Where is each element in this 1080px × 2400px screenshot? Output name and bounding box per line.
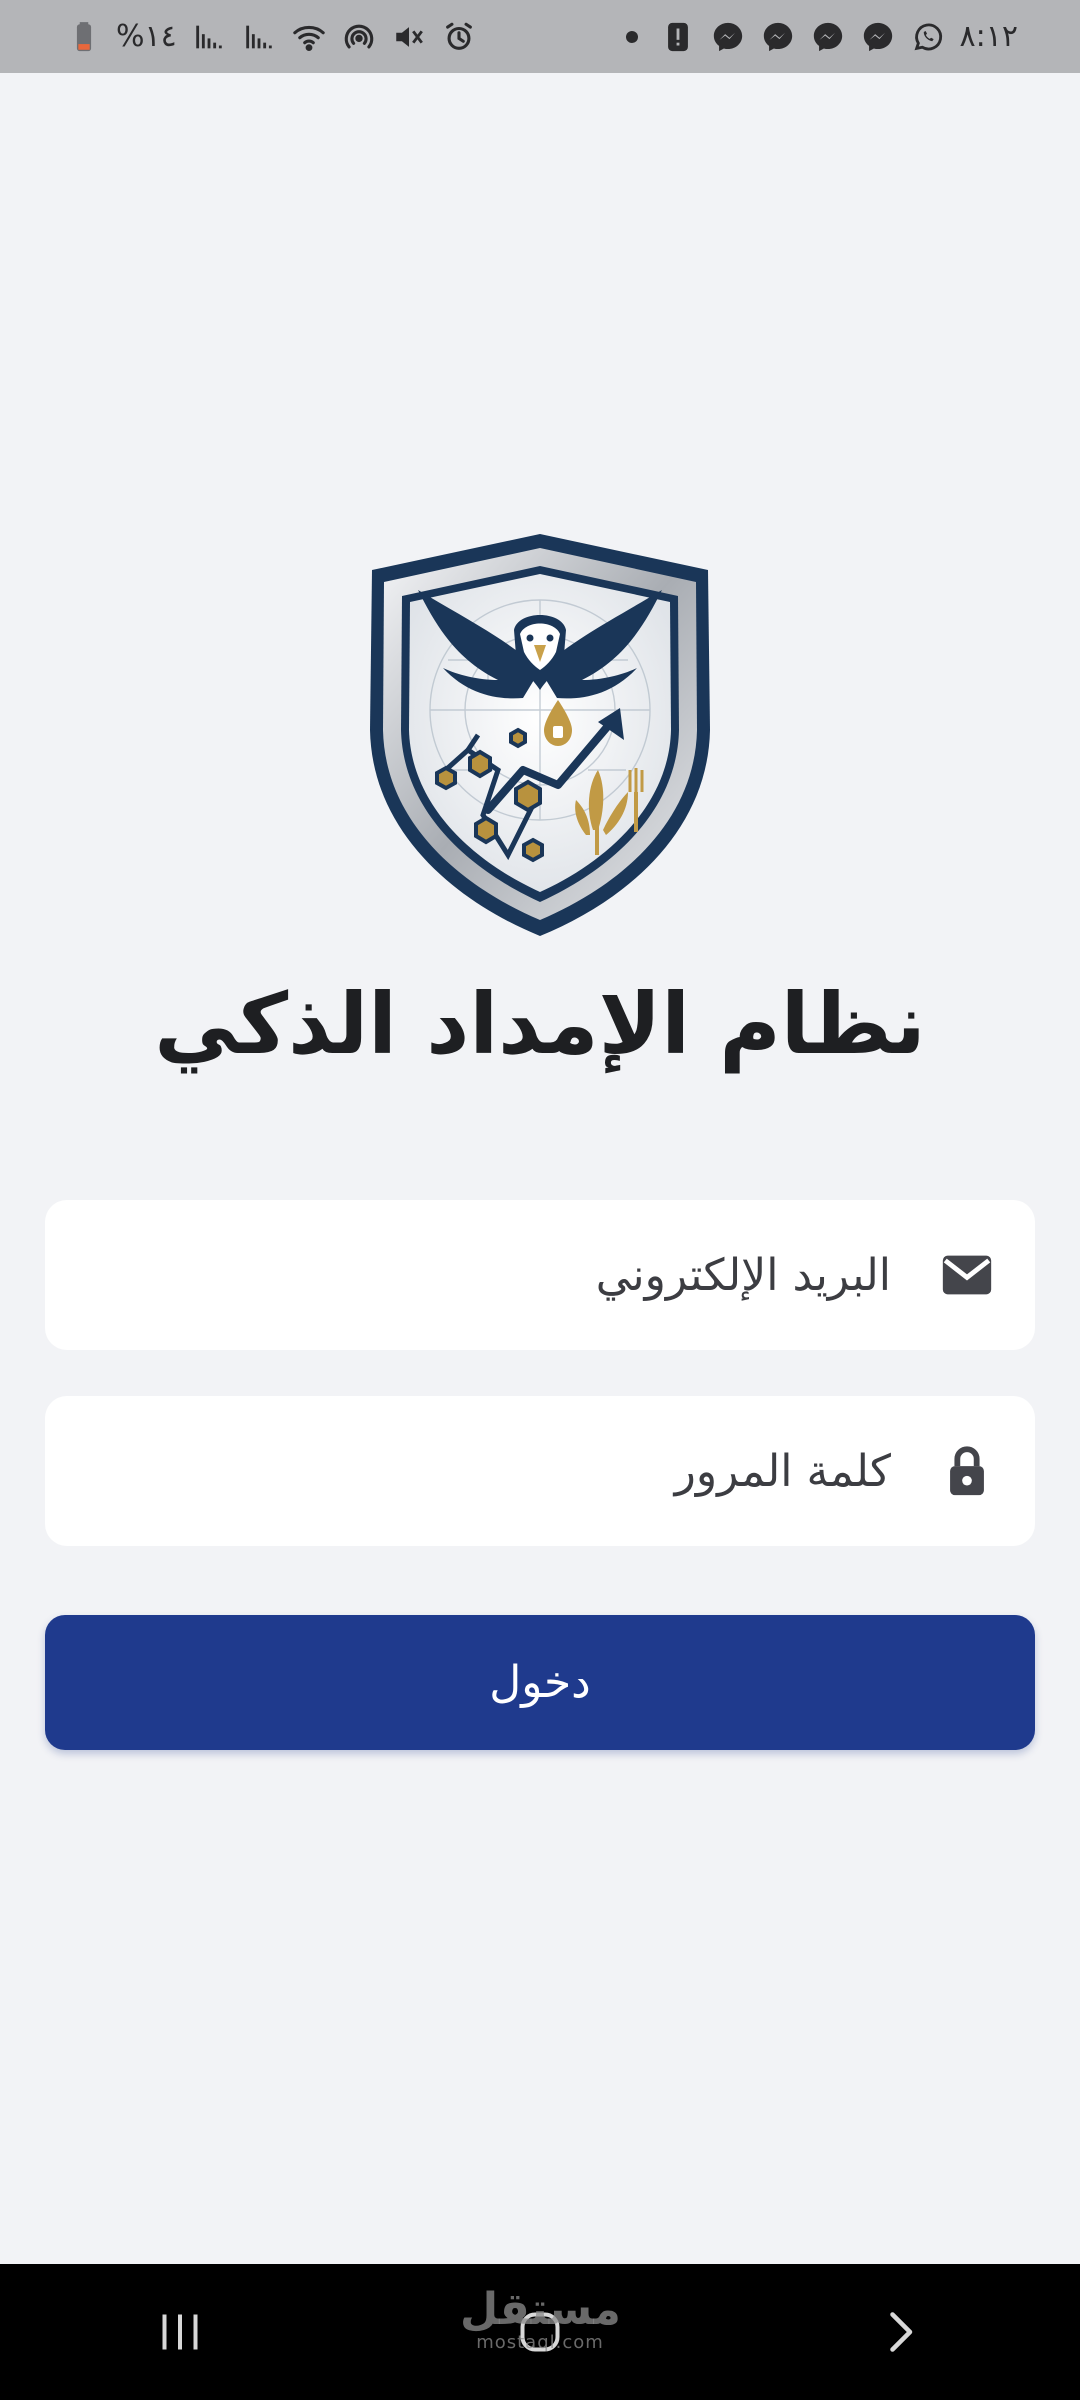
- home-button[interactable]: [480, 2282, 600, 2382]
- recent-apps-button[interactable]: [120, 2282, 240, 2382]
- messenger-icon: [760, 19, 796, 55]
- battery-icon: [66, 19, 102, 55]
- back-button[interactable]: [840, 2282, 960, 2382]
- messenger-icon: [810, 19, 846, 55]
- system-nav-bar: [0, 2264, 1080, 2400]
- status-bar-left: %١٤: [66, 19, 477, 55]
- hotspot-icon: [341, 19, 377, 55]
- email-field[interactable]: [45, 1200, 1035, 1350]
- clock: ٨:١٢: [959, 19, 1018, 54]
- mute-icon: [391, 19, 427, 55]
- signal-icon: [241, 19, 277, 55]
- signal-icon: [191, 19, 227, 55]
- status-bar: %١٤ ٨:١٢: [0, 0, 1080, 73]
- password-field[interactable]: [45, 1396, 1035, 1546]
- back-icon: [890, 2312, 913, 2352]
- whatsapp-icon: [910, 19, 946, 55]
- wifi-icon: [291, 19, 327, 55]
- email-input[interactable]: [45, 1200, 891, 1350]
- messenger-icon: [860, 19, 896, 55]
- alarm-icon: [441, 19, 477, 55]
- app-title: نظام الإمداد الذكي: [154, 975, 926, 1073]
- dot-icon: [625, 30, 638, 43]
- lock-icon: [937, 1441, 997, 1501]
- login-button[interactable]: دخول: [45, 1615, 1035, 1750]
- battery-percent: %١٤: [116, 19, 177, 54]
- alert-icon: [660, 19, 696, 55]
- login-screen: %١٤ ٨:١٢ نظام الإمداد الذكي البريد الإلك…: [0, 0, 1080, 2400]
- recent-apps-icon: [162, 2314, 198, 2350]
- home-icon: [520, 2312, 560, 2352]
- eagle-shield-logo: [358, 530, 722, 940]
- status-bar-right: ٨:١٢: [625, 19, 1018, 55]
- messenger-icon: [710, 19, 746, 55]
- password-input[interactable]: [45, 1396, 891, 1546]
- mail-icon: [937, 1245, 997, 1305]
